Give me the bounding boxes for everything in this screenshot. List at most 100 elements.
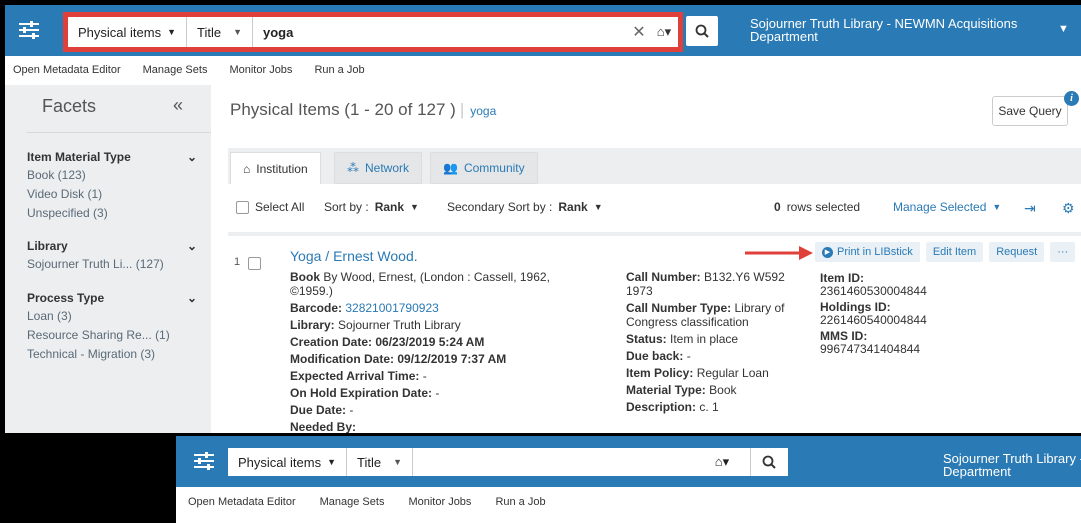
monitor-jobs-link[interactable]: Monitor Jobs [229, 64, 292, 76]
edit-item-button[interactable]: Edit Item [925, 242, 984, 262]
record-column-main: Book By Wood, Ernest, (London : Cassell,… [290, 270, 580, 433]
facet-heading-label: Process Type [27, 291, 105, 305]
sort-select[interactable]: Sort by : Rank ▼ [324, 200, 419, 214]
record-column-ids: Item ID: 2361460530004844 Holdings ID: 2… [820, 272, 980, 359]
callnum-line: Call Number: B132.Y6 W592 1973 [626, 270, 796, 298]
open-metadata-editor-link[interactable]: Open Metadata Editor [188, 496, 296, 508]
results-toolbar: Select All Sort by : Rank ▼ Secondary Sort… [228, 184, 1081, 232]
field-label: Call Number: [626, 270, 701, 284]
select-all-label: Select All [255, 200, 305, 214]
facet-item[interactable]: Unspecified (3) [27, 204, 197, 223]
barcode-link[interactable]: 32821001790923 [345, 301, 438, 315]
field-label: Description: [626, 400, 697, 414]
screenshot-frame: Physical items ▼ Title ▼ yoga ✕ ⌂▾ Sojourn… [0, 0, 1081, 523]
field-value: 09/12/2019 7:37 AM [397, 352, 507, 366]
search-button[interactable] [686, 16, 718, 46]
type-select[interactable]: Physical items ▼ [228, 448, 347, 476]
facet-heading[interactable]: Process Type ⌄ [27, 291, 197, 305]
clear-icon[interactable]: ✕ [628, 22, 650, 42]
search-button[interactable] [750, 448, 786, 476]
field-value: Item in place [670, 332, 739, 346]
chevron-down-icon: ⌄ [186, 291, 197, 305]
select-all[interactable]: Select All [236, 200, 304, 214]
caret-down-icon: ▼ [327, 457, 336, 467]
row-number: 1 [234, 256, 241, 268]
facet-heading[interactable]: Library ⌄ [27, 239, 197, 253]
facet-item[interactable]: Resource Sharing Re... (1) [27, 326, 197, 345]
print-libstick-button[interactable]: ▶ Print in LIBstick [815, 242, 920, 262]
field-value: - [422, 369, 427, 383]
chevron-down-icon: ⌄ [186, 239, 197, 253]
facet-item[interactable]: Technical - Migration (3) [27, 345, 197, 364]
facet-heading[interactable]: Item Material Type ⌄ [27, 150, 197, 164]
open-metadata-editor-link[interactable]: Open Metadata Editor [13, 64, 121, 76]
results-count-title: Physical Items (1 - 20 of 127 ) [230, 100, 456, 119]
status-line: Status: Item in place [626, 332, 796, 346]
divider [27, 132, 211, 133]
run-a-job-link[interactable]: Run a Job [495, 496, 545, 508]
manage-selected-dropdown[interactable]: Manage Selected ▼ [893, 200, 1001, 214]
field-select[interactable]: Title ▼ [347, 448, 413, 476]
home-scope-icon[interactable]: ⌂▾ [702, 448, 742, 476]
collapse-icon[interactable]: « [173, 95, 183, 116]
caret-down-icon: ▼ [167, 27, 176, 37]
tab-network[interactable]: ⁂ Network [334, 152, 423, 184]
field-value: - [349, 403, 354, 417]
monitor-jobs-link[interactable]: Monitor Jobs [408, 496, 471, 508]
arrival-line: Expected Arrival Time: - [290, 369, 580, 383]
field-label: Due back: [626, 349, 684, 363]
select-all-checkbox[interactable] [236, 200, 249, 214]
manage-sets-link[interactable]: Manage Sets [143, 64, 208, 76]
book-line: Book By Wood, Ernest, (London : Cassell,… [290, 270, 580, 298]
menu-sliders-icon[interactable] [192, 450, 216, 472]
info-icon[interactable]: i [1064, 91, 1079, 106]
chevron-down-icon[interactable]: ▼ [1058, 23, 1069, 35]
record-actions: ▶ Print in LIBstick Edit Item Request ··· [815, 242, 1076, 262]
tab-institution[interactable]: ⌂ Institution [230, 152, 321, 185]
tab-community[interactable]: 👥 Community [430, 152, 538, 184]
query-link[interactable]: yoga [470, 104, 496, 118]
sort-label: Sort by : [324, 200, 369, 214]
home-icon: ⌂ [243, 162, 251, 176]
save-query-button[interactable]: Save Query [992, 96, 1068, 126]
play-icon: ▶ [822, 246, 833, 258]
type-select[interactable]: Physical items ▼ [68, 17, 187, 47]
field-label: Library: [290, 318, 335, 332]
institution-name[interactable]: Sojourner Truth Library - Department [943, 452, 1081, 478]
item-id-value: 2361460530004844 [820, 284, 927, 298]
caret-down-icon: ▼ [410, 202, 419, 212]
menu-sliders-icon[interactable] [17, 19, 41, 41]
search-input[interactable]: yoga [253, 25, 628, 40]
top-bar: Physical items ▼ Title ▼ yoga ✕ ⌂▾ Sojourn… [5, 5, 1081, 56]
more-actions-button[interactable]: ··· [1050, 242, 1076, 262]
export-icon[interactable]: ⇥ [1024, 200, 1036, 217]
users-icon: 👥 [443, 161, 458, 175]
search-bar: Physical items ▼ Title ▼ yoga ✕ ⌂▾ [68, 17, 678, 47]
field-label: Barcode: [290, 301, 343, 315]
facet-heading-label: Item Material Type [27, 150, 131, 164]
facet-group-process-type: Process Type ⌄ Loan (3) Resource Sharing … [27, 291, 197, 364]
request-button[interactable]: Request [989, 242, 1045, 262]
field-label: Status: [626, 332, 667, 346]
field-value: Book [709, 383, 737, 397]
institution-name[interactable]: Sojourner Truth Library - NEWMN Acquisit… [750, 17, 1030, 43]
dueback-line: Due back: - [626, 349, 796, 363]
field-value: c. 1 [699, 400, 719, 414]
manage-sets-link[interactable]: Manage Sets [320, 496, 385, 508]
search-highlight-box: Physical items ▼ Title ▼ yoga ✕ ⌂▾ [63, 12, 683, 52]
row-checkbox[interactable] [248, 257, 261, 270]
field-value: - [686, 349, 691, 363]
field-select[interactable]: Title ▼ [187, 17, 253, 47]
page-title: Physical Items (1 - 20 of 127 ) | yoga [230, 100, 496, 120]
secondary-sort-select[interactable]: Secondary Sort by : Rank ▼ [447, 200, 603, 214]
gear-icon[interactable]: ⚙ [1062, 200, 1075, 217]
field-value: By Wood, Ernest, (London : Cassell, 1962… [290, 270, 550, 298]
facet-item[interactable]: Book (123) [27, 166, 197, 185]
facet-item[interactable]: Sojourner Truth Li... (127) [27, 255, 197, 274]
run-a-job-link[interactable]: Run a Job [314, 64, 364, 76]
facet-item[interactable]: Loan (3) [27, 307, 197, 326]
record-title-link[interactable]: Yoga / Ernest Wood. [290, 248, 418, 264]
caret-down-icon: ▼ [233, 27, 242, 37]
facet-item[interactable]: Video Disk (1) [27, 185, 197, 204]
home-scope-icon[interactable]: ⌂▾ [650, 24, 678, 40]
